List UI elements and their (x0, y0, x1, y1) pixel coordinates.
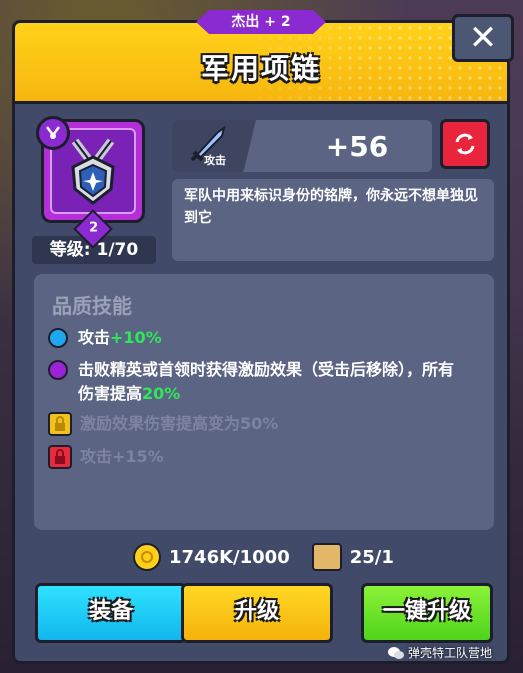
skill-4-text: 攻击+15% (80, 447, 164, 466)
watermark-text: 弹壳特工队营地 (408, 646, 493, 660)
resource-row: 1746K/1000 25/1 (133, 540, 394, 574)
star-level-text: 2 (89, 220, 99, 236)
stat-value: +56 (325, 130, 389, 163)
stat-box: 攻击 +56 (172, 120, 432, 172)
coin-icon (133, 543, 161, 571)
skill-item-1: 攻击+10% (48, 326, 162, 350)
quality-skills-box: 品质技能 攻击+10% 击败精英或首领时获得激励效果（受击后移除），所有伤害提高… (34, 274, 494, 530)
coin-amount: 1746K/1000 (169, 546, 290, 568)
lock-icon (48, 412, 72, 436)
skills-title: 品质技能 (52, 294, 132, 318)
blue-dot-icon (48, 328, 68, 348)
upgrade-all-button[interactable]: 一键升级 (361, 583, 493, 643)
upgrade-button[interactable]: 升级 (181, 583, 333, 643)
skill-1-text: 攻击+10% (78, 328, 162, 347)
skill-2-text: 击败精英或首领时获得激励效果（受击后移除），所有伤害提高20% (78, 360, 455, 403)
watermark: 弹壳特工队营地 (388, 644, 492, 661)
rarity-tag: 杰出 + 2 (196, 10, 326, 34)
skill-3-text: 激励效果伤害提高变为50% (80, 414, 279, 433)
necklace-type-icon (46, 126, 60, 139)
equip-button[interactable]: 装备 (35, 583, 187, 643)
wechat-icon (388, 646, 404, 659)
refresh-icon (455, 133, 475, 155)
item-title: 军用项链 (200, 52, 321, 85)
skill-item-4: 攻击+15% (48, 445, 164, 469)
purple-dot-icon (48, 360, 68, 380)
skill-item-3: 激励效果伤害提高变为50% (48, 412, 278, 436)
lock-icon (48, 445, 72, 469)
scroll-icon (311, 543, 342, 571)
refresh-button[interactable] (440, 119, 490, 169)
scroll-amount: 25/1 (349, 546, 394, 568)
item-type-badge (36, 116, 70, 150)
close-icon: ✕ (468, 18, 498, 58)
close-button[interactable]: ✕ (452, 14, 514, 62)
item-description: 军队中用来标识身份的铭牌，你永远不想单独见到它 (172, 179, 494, 261)
stat-label: 攻击 (204, 154, 226, 167)
panel-header: 军用项链 (15, 23, 507, 104)
skill-item-2: 击败精英或首领时获得激励效果（受击后移除），所有伤害提高20% (48, 358, 468, 406)
